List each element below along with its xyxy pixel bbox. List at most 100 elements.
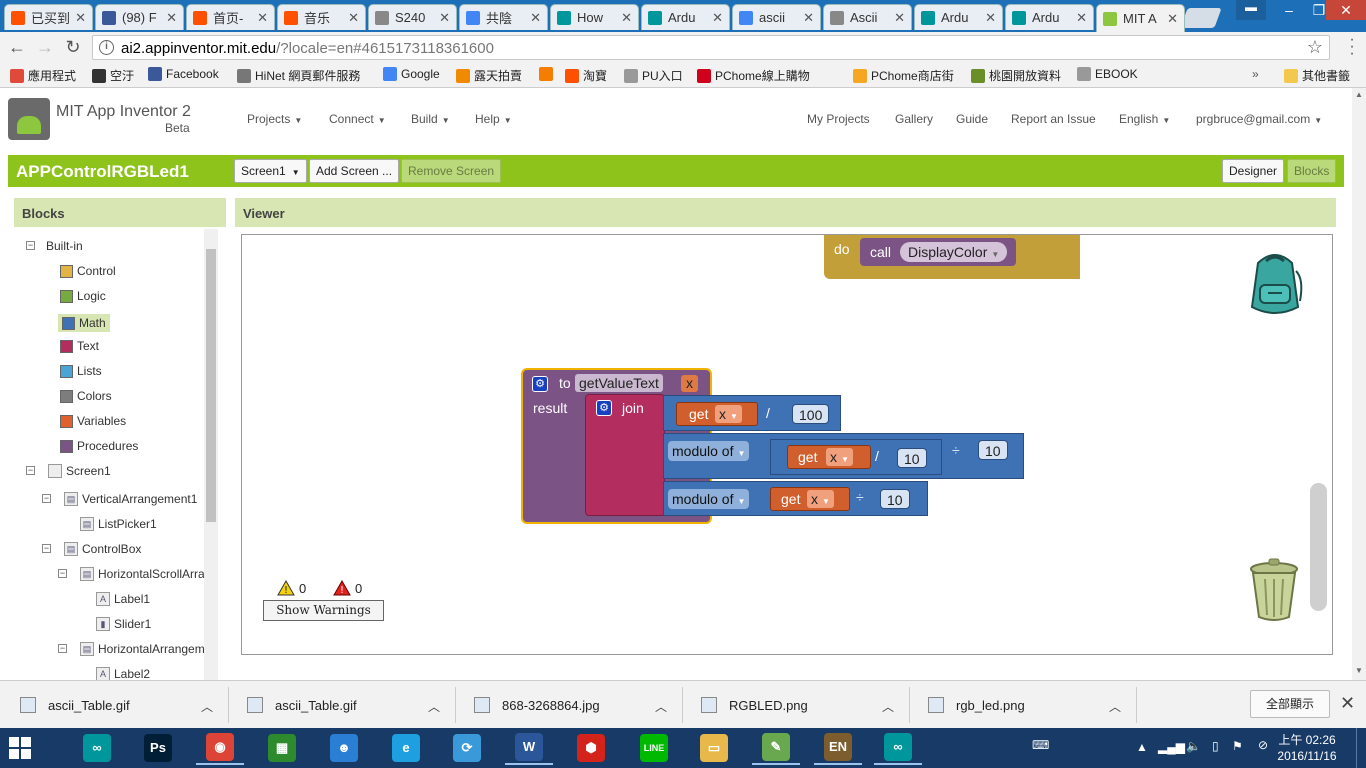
battery-icon[interactable]: ▯: [1212, 739, 1219, 753]
download-menu-chevron-icon[interactable]: ︿: [1109, 698, 1121, 715]
blocks-button[interactable]: Blocks: [1287, 159, 1337, 183]
bookmark-item[interactable]: 應用程式: [10, 67, 76, 84]
tree-component[interactable]: ▤ HorizontalScrollArra: [80, 567, 204, 581]
link-report-issue[interactable]: Report an Issue: [1011, 112, 1096, 126]
text-join-block[interactable]: ⚙ join: [585, 394, 665, 516]
browser-tab[interactable]: 首页- ✕: [186, 4, 275, 30]
number-10-c[interactable]: 10: [880, 489, 910, 509]
block-category-math[interactable]: Math: [58, 314, 110, 332]
taskbar-app[interactable]: ☻: [320, 731, 368, 765]
windows-start-icon[interactable]: [8, 736, 32, 760]
taskbar-app[interactable]: ◉: [196, 731, 244, 765]
tree-scrollbar[interactable]: [204, 229, 218, 680]
language-menu[interactable]: English ▼: [1119, 112, 1170, 126]
bookmark-item[interactable]: HiNet 網頁郵件服務: [237, 67, 360, 84]
flag-icon[interactable]: ⚑: [1232, 739, 1243, 753]
page-scrollbar[interactable]: ▲ ▼: [1352, 88, 1366, 680]
download-menu-chevron-icon[interactable]: ︿: [655, 698, 667, 715]
download-item[interactable]: ascii_Table.gif: [247, 681, 357, 729]
get-x-block-2[interactable]: get x ▼: [787, 445, 871, 469]
tree-component[interactable]: ▤ VerticalArrangement1: [64, 492, 197, 506]
reload-icon[interactable]: ↻: [62, 36, 84, 58]
browser-tab[interactable]: 共陰 ✕: [459, 4, 548, 30]
taskbar-app[interactable]: ∞: [874, 731, 922, 765]
collapse-builtin-icon[interactable]: −: [26, 241, 35, 250]
link-gallery[interactable]: Gallery: [895, 112, 933, 126]
call-displaycolor-block[interactable]: call DisplayColor ▼: [860, 238, 1016, 266]
tree-component[interactable]: ▤ ListPicker1: [80, 517, 157, 531]
number-100[interactable]: 100: [792, 404, 830, 424]
browser-tab[interactable]: Ardu ✕: [641, 4, 730, 30]
get-x-block-3[interactable]: get x ▼: [770, 487, 850, 511]
taskbar-app[interactable]: LINE: [630, 731, 678, 765]
bookmark-item[interactable]: 桃園開放資料: [971, 67, 1061, 84]
block-category-colors[interactable]: Colors: [60, 389, 112, 403]
browser-tab[interactable]: How ✕: [550, 4, 639, 30]
block-category-lists[interactable]: Lists: [60, 364, 102, 378]
tab-close-icon[interactable]: ✕: [75, 10, 86, 26]
menu-connect[interactable]: Connect ▼: [329, 112, 386, 126]
tab-close-icon[interactable]: ✕: [439, 10, 450, 26]
collapse-component-icon[interactable]: −: [42, 494, 51, 503]
procedure-name-field[interactable]: getValueText: [575, 374, 663, 392]
add-screen-button[interactable]: Add Screen ...: [309, 159, 400, 183]
back-icon[interactable]: ←: [6, 36, 28, 58]
taskbar-app[interactable]: Ps: [134, 731, 182, 765]
block-category-procedures[interactable]: Procedures: [60, 439, 138, 453]
block-category-text[interactable]: Text: [60, 339, 99, 353]
url-input[interactable]: i ai2.appinventor.mit.edu/?locale=en#461…: [92, 35, 1330, 60]
menu-build[interactable]: Build ▼: [411, 112, 450, 126]
tab-close-icon[interactable]: ✕: [530, 10, 541, 26]
taskbar-clock[interactable]: 上午 02:26 2016/11/16: [1276, 732, 1338, 764]
screen-select[interactable]: Screen1 ▼: [234, 159, 307, 183]
designer-button[interactable]: Designer: [1222, 159, 1285, 183]
browser-tab[interactable]: (98) F ✕: [95, 4, 184, 30]
taskbar-app[interactable]: W: [505, 731, 553, 765]
browser-tab[interactable]: 已买到 ✕: [4, 4, 93, 30]
blocks-workspace[interactable]: do call DisplayColor ▼ ⚙ to getValueText …: [241, 234, 1333, 655]
forward-icon[interactable]: →: [34, 36, 56, 58]
bookmark-item[interactable]: [539, 67, 557, 81]
show-desktop-button[interactable]: [1356, 728, 1366, 768]
minimize-button[interactable]: –: [1274, 0, 1304, 20]
browser-tab[interactable]: 音乐 ✕: [277, 4, 366, 30]
browser-tab[interactable]: S240 ✕: [368, 4, 457, 30]
modulo-block-2[interactable]: modulo of ▼ get x ▼ ÷ 10: [663, 481, 928, 516]
collapse-screen-icon[interactable]: −: [26, 466, 35, 475]
collapse-component-icon[interactable]: −: [42, 544, 51, 553]
block-category-logic[interactable]: Logic: [60, 289, 106, 303]
browser-tab[interactable]: ascii ✕: [732, 4, 821, 30]
browser-tab[interactable]: Ardu ✕: [1005, 4, 1094, 30]
bookmark-item[interactable]: PChome商店街: [853, 67, 954, 84]
tree-screen1[interactable]: Screen1: [48, 464, 111, 478]
tree-builtin[interactable]: Built-in: [46, 239, 83, 253]
user-menu[interactable]: prgbruce@gmail.com ▼: [1196, 112, 1322, 126]
browser-tab[interactable]: MIT A ✕: [1096, 4, 1185, 32]
backpack-icon[interactable]: [1240, 249, 1310, 319]
collapse-component-icon[interactable]: −: [58, 644, 67, 653]
close-downloads-icon[interactable]: ✕: [1340, 693, 1355, 714]
download-item[interactable]: ascii_Table.gif: [20, 681, 130, 729]
modulo-block-1[interactable]: modulo of ▼ get x ▼ / 10 ÷ 10: [663, 433, 1024, 479]
keyboard-icon[interactable]: ⌨: [1032, 738, 1049, 752]
info-icon[interactable]: i: [99, 40, 114, 55]
tab-close-icon[interactable]: ✕: [985, 10, 996, 26]
browser-tab[interactable]: Ascii ✕: [823, 4, 912, 30]
tab-close-icon[interactable]: ✕: [621, 10, 632, 26]
taskbar-app[interactable]: e: [382, 731, 430, 765]
bookmark-item[interactable]: EBOOK: [1077, 67, 1138, 81]
link-guide[interactable]: Guide: [956, 112, 988, 126]
tab-close-icon[interactable]: ✕: [712, 10, 723, 26]
bookmark-item[interactable]: 淘寶: [565, 67, 607, 84]
taskbar-app[interactable]: ∞: [73, 731, 121, 765]
other-bookmarks[interactable]: 其他書籤: [1284, 67, 1350, 84]
menu-projects[interactable]: Projects ▼: [247, 112, 302, 126]
collapse-component-icon[interactable]: −: [58, 569, 67, 578]
taskbar-app[interactable]: ⬢: [567, 731, 615, 765]
math-op-dropdown-1[interactable]: modulo of ▼: [668, 441, 750, 461]
browser-tab[interactable]: Ardu ✕: [914, 4, 1003, 30]
bookmark-star-icon[interactable]: ☆: [1307, 37, 1323, 58]
number-10-b[interactable]: 10: [978, 440, 1008, 460]
download-item[interactable]: RGBLED.png: [701, 681, 808, 729]
math-op-dropdown-2[interactable]: modulo of ▼: [668, 489, 750, 509]
